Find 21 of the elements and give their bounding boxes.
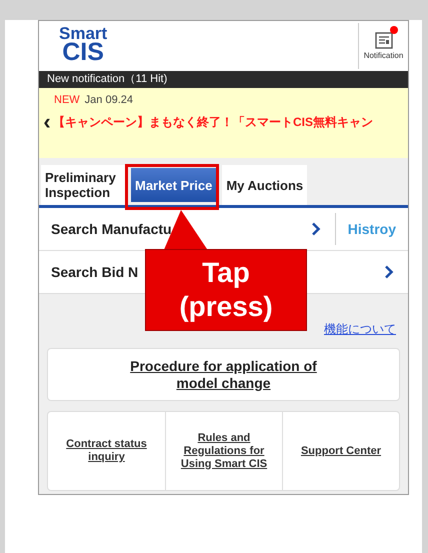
procedure-button[interactable]: Procedure for application of model change bbox=[47, 348, 400, 401]
notice-message[interactable]: 【キャンペーン】まもなく終了！「スマートCIS無料キャン bbox=[53, 112, 374, 130]
footer-link[interactable]: Rules and Regulations for Using Smart CIS bbox=[165, 412, 282, 490]
notification-button[interactable]: Notification bbox=[358, 23, 408, 69]
chevron-right-icon bbox=[310, 222, 321, 236]
notice-bar: New notification（11 Hit) bbox=[39, 71, 408, 88]
previous-button[interactable]: ‹ bbox=[41, 110, 53, 132]
callout-text: (press) bbox=[179, 290, 273, 324]
footer-link[interactable]: Support Center bbox=[282, 412, 399, 490]
footer-link[interactable]: Contract status inquiry bbox=[48, 412, 165, 490]
tab[interactable]: Market Price bbox=[131, 168, 216, 202]
new-label: NEW bbox=[54, 93, 80, 108]
logo[interactable]: Smart CIS bbox=[59, 25, 108, 71]
notice-date: Jan 09.24 bbox=[84, 93, 133, 108]
info-link[interactable]: 機能について bbox=[324, 320, 396, 338]
tab[interactable]: My Auctions bbox=[222, 165, 308, 205]
callout-text: Tap bbox=[202, 256, 250, 290]
chevron-right-icon bbox=[384, 265, 394, 279]
tab[interactable]: Preliminary Inspection bbox=[41, 165, 125, 205]
newspaper-icon bbox=[374, 30, 394, 50]
search-row[interactable]: Search Manufactu bbox=[39, 208, 335, 250]
